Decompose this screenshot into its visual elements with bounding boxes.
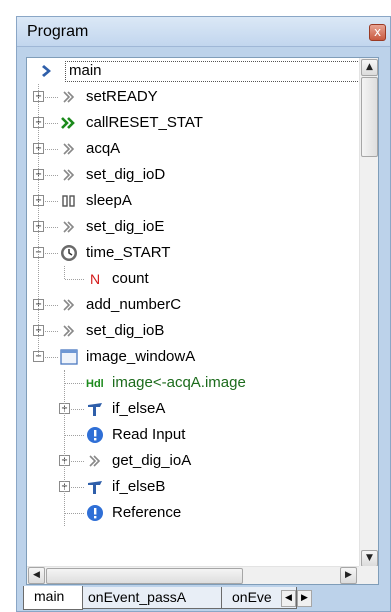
- tree-connector: [45, 305, 58, 306]
- tree-item-label: time_START: [86, 244, 171, 261]
- tree-item[interactable]: Hdl image<-acqA.image: [27, 370, 360, 396]
- scroll-left-button[interactable]: ◀: [28, 567, 45, 584]
- program-panel: Program x main + setREADY + callRESET_STAT +…: [16, 16, 391, 612]
- tree-item[interactable]: Read Input: [27, 422, 360, 448]
- info-icon: [87, 427, 103, 443]
- tree-item-label: image_windowA: [86, 348, 196, 365]
- tree-item-label: get_dig_ioA: [112, 452, 192, 469]
- tree-item-label: sleepA: [86, 192, 132, 209]
- tab-scroll-right-button[interactable]: ▶: [297, 590, 312, 607]
- tree-item-label: acqA: [86, 140, 121, 157]
- panel-title: Program: [27, 23, 89, 40]
- tree-item-label: main: [69, 62, 102, 79]
- tree-item-label: Read Input: [112, 426, 186, 443]
- tree-item[interactable]: + if_elseA: [27, 396, 360, 422]
- tree-item[interactable]: Ncount: [27, 266, 360, 292]
- step-icon: [63, 299, 75, 311]
- tab-strip: main onEvent_passA onEve ◀ ▶: [17, 585, 390, 611]
- branch-icon: [88, 481, 102, 494]
- window-icon: [60, 349, 78, 365]
- vertical-scrollbar[interactable]: ▲ ▼: [359, 58, 378, 568]
- tree-connector: [45, 175, 58, 176]
- tree-item-label: if_elseA: [112, 400, 166, 417]
- tree-item[interactable]: + set_dig_ioD: [27, 162, 360, 188]
- tree-item[interactable]: + get_dig_ioA: [27, 448, 360, 474]
- tree-item-label: add_numberC: [86, 296, 182, 313]
- tree-connector: [45, 123, 58, 124]
- tree-item[interactable]: Reference: [27, 500, 360, 526]
- tree-connector: [45, 331, 58, 332]
- tree-spine: [38, 84, 39, 357]
- tree-connector: [71, 487, 84, 488]
- tree-item[interactable]: + acqA: [27, 136, 360, 162]
- tree-item-label: setREADY: [86, 88, 158, 105]
- step-icon: [63, 221, 75, 233]
- scrollbar-corner: [359, 566, 378, 584]
- blue-chevron-icon: [42, 65, 51, 77]
- tree-item[interactable]: + add_numberC: [27, 292, 360, 318]
- tree-view[interactable]: main + setREADY + callRESET_STAT + acqA + set_d…: [27, 58, 360, 568]
- scroll-right-button[interactable]: ▶: [340, 567, 357, 584]
- tree-item[interactable]: + set_dig_ioB: [27, 318, 360, 344]
- tree-item-label: set_dig_ioE: [86, 218, 165, 235]
- tree-item[interactable]: + set_dig_ioE: [27, 214, 360, 240]
- close-button[interactable]: x: [369, 24, 386, 41]
- tree-connector: [45, 357, 58, 358]
- step-icon: [63, 143, 75, 155]
- step-icon: [63, 91, 75, 103]
- tree-item-label: Reference: [112, 504, 182, 521]
- tree-connector: [45, 149, 58, 150]
- tree-item-label: if_elseB: [112, 478, 166, 495]
- hdl-icon: Hdl: [86, 378, 104, 390]
- scroll-up-button[interactable]: ▲: [361, 59, 378, 76]
- tree-item-label: image<-acqA.image: [112, 374, 246, 391]
- tree-item[interactable]: + if_elseB: [27, 474, 360, 500]
- tree-item-label: set_dig_ioD: [86, 166, 166, 183]
- tab-onevent-passa[interactable]: onEvent_passA: [77, 587, 227, 609]
- step-icon: [89, 455, 101, 467]
- tree-spine-child: [64, 370, 65, 526]
- n-icon: N: [90, 271, 100, 287]
- step-icon: [63, 169, 75, 181]
- tree-connector: [65, 513, 84, 514]
- tree-connector: [45, 97, 58, 98]
- panel-titlebar[interactable]: Program x: [17, 17, 390, 47]
- tree-item[interactable]: + callRESET_STAT: [27, 110, 360, 136]
- tree-item[interactable]: − image_windowA: [27, 344, 360, 370]
- tab-main[interactable]: main: [23, 586, 83, 610]
- tree-item-label: callRESET_STAT: [86, 114, 203, 131]
- tree-connector: [65, 435, 84, 436]
- tree-item[interactable]: + setREADY: [27, 84, 360, 110]
- svg-text:N: N: [90, 271, 100, 287]
- program-tree: main + setREADY + callRESET_STAT + acqA + set_d…: [26, 57, 379, 585]
- horizontal-scroll-thumb[interactable]: [46, 568, 243, 584]
- branch-icon: [88, 403, 102, 416]
- horizontal-scrollbar[interactable]: ◀ ▶: [27, 566, 360, 584]
- scroll-down-button[interactable]: ▼: [361, 550, 378, 567]
- tab-scroll-left-button[interactable]: ◀: [281, 590, 296, 607]
- tree-connector: [65, 383, 84, 384]
- info-icon: [87, 505, 103, 521]
- tree-connector: [45, 227, 58, 228]
- step-icon: [63, 325, 75, 337]
- tree-connector: [45, 253, 58, 254]
- tree-item[interactable]: − time_START: [27, 240, 360, 266]
- tree-item-label: set_dig_ioB: [86, 322, 165, 339]
- svg-text:Hdl: Hdl: [86, 378, 104, 390]
- tree-connector: [65, 279, 84, 280]
- tree-connector: [71, 461, 84, 462]
- tree-root-main[interactable]: main: [27, 58, 360, 84]
- tree-connector: [45, 201, 58, 202]
- clock-icon: [61, 245, 77, 261]
- pause-icon: [62, 195, 75, 207]
- vertical-scroll-thumb[interactable]: [361, 77, 378, 157]
- double-green-chevron-icon: [61, 117, 75, 129]
- tree-item-label: count: [112, 270, 149, 287]
- root-selection-box: [65, 61, 360, 82]
- tree-item[interactable]: + sleepA: [27, 188, 360, 214]
- tree-spine-child: [64, 266, 65, 279]
- tree-connector: [71, 409, 84, 410]
